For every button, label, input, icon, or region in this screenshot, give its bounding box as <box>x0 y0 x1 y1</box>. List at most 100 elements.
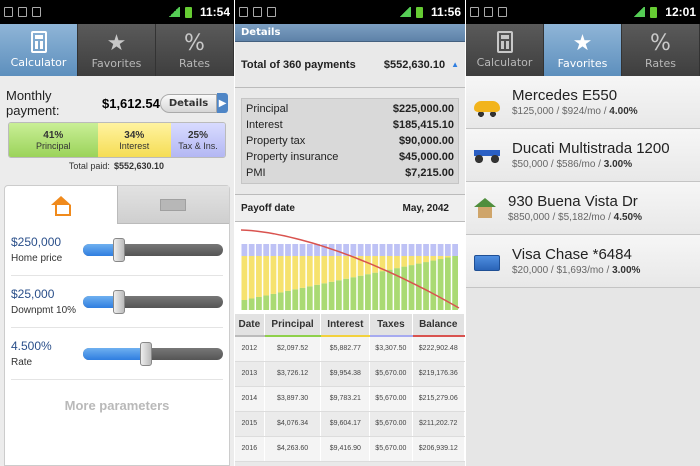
breakdown-value: $185,415.10 <box>392 119 454 131</box>
table-row: 2014 $3,897.30 $9,783.21 $5,670.00 $215,279.… <box>235 386 465 412</box>
status-bar: 11:54 <box>0 0 234 24</box>
interest-bar <box>270 256 277 294</box>
principal-bar <box>314 284 320 310</box>
total-payments-row[interactable]: Total of 360 payments $552,630.10 ▲ <box>235 42 465 88</box>
details-button[interactable]: Details <box>159 93 218 113</box>
column-header[interactable]: Taxes <box>369 314 413 337</box>
tax-bar <box>263 244 270 256</box>
table-row: 2015 $4,076.34 $9,604.17 $5,670.00 $211,202.… <box>235 411 465 437</box>
table-cell: $4,263.60 <box>264 436 322 462</box>
column-header[interactable]: Principal <box>264 314 322 337</box>
table-cell: $206,939.12 <box>412 436 465 462</box>
slider-handle[interactable] <box>113 237 126 262</box>
interest-bar <box>277 256 284 293</box>
tab-calculator[interactable]: Calculator <box>466 24 544 76</box>
tax-bar <box>256 244 262 256</box>
chevron-up-icon: ▲ <box>451 60 459 69</box>
parameter-tabs <box>5 186 229 224</box>
principal-bar <box>430 260 437 310</box>
table-cell: $3,726.12 <box>264 361 322 387</box>
principal-bar <box>328 281 335 310</box>
chevron-right-icon[interactable]: ▶ <box>217 93 228 113</box>
more-parameters-button[interactable]: More parameters <box>5 380 229 413</box>
interest-bar <box>394 256 400 269</box>
total-paid-label: Total paid: <box>68 161 110 171</box>
tax-bar <box>408 244 415 256</box>
rate-param: 4.500% Rate <box>11 328 223 380</box>
tax-bar <box>306 244 313 256</box>
tab-label: Favorites <box>557 56 608 70</box>
param-label: Rate <box>11 357 33 368</box>
star-icon: ★ <box>106 30 127 56</box>
breakdown-value: $90,000.00 <box>398 135 454 147</box>
breakdown-row: PMI $7,215.00 <box>246 165 454 181</box>
usb-icon <box>484 7 493 17</box>
principal-bar <box>386 269 393 310</box>
amortization-chart <box>235 222 465 314</box>
notification-icon <box>470 7 479 17</box>
tab-rates[interactable]: % Rates <box>622 24 700 76</box>
tab-money-parameters[interactable] <box>116 186 229 224</box>
breakdown-label: Principal <box>246 103 289 115</box>
tax-bar <box>379 244 386 256</box>
tax-bar <box>241 244 248 256</box>
table-cell: $215,279.06 <box>412 386 465 412</box>
rate-slider[interactable] <box>83 341 223 366</box>
favorite-amounts: $20,000 / $1,693/mo / <box>512 265 613 276</box>
tab-rates[interactable]: % Rates <box>156 24 234 76</box>
tax-bar <box>423 244 429 256</box>
principal-bar <box>248 298 255 310</box>
favorite-item[interactable]: Visa Chase *6484 $20,000 / $1,693/mo / 3.… <box>466 235 700 288</box>
principal-bar <box>372 272 379 310</box>
principal-bar <box>343 278 349 310</box>
clock: 11:54 <box>199 5 230 19</box>
tab-favorites[interactable]: ★ Favorites <box>544 24 622 76</box>
payoff-value: May, 2042 <box>402 202 449 214</box>
segment-label: Interest <box>119 140 150 151</box>
param-label: Home price <box>11 253 63 264</box>
favorite-item[interactable]: Mercedes E550 $125,000 / $924/mo / 4.00% <box>466 76 700 129</box>
tax-bar <box>292 244 299 256</box>
param-label: Downpmt 10% <box>11 305 77 316</box>
principal-bar <box>321 283 328 310</box>
principal-bar <box>241 300 248 310</box>
tab-favorites[interactable]: ★ Favorites <box>78 24 156 76</box>
table-cell: $222,902.48 <box>412 336 465 362</box>
table-cell: $9,416.90 <box>320 436 371 462</box>
home-price-slider[interactable] <box>83 237 223 262</box>
column-header[interactable]: Balance <box>412 314 465 337</box>
principal-bar <box>299 287 306 310</box>
tax-bar <box>372 244 379 256</box>
slider-handle[interactable] <box>113 289 126 314</box>
total-paid: Total paid: $552,630.10 <box>0 158 234 171</box>
tab-home-parameters[interactable] <box>5 186 117 224</box>
principal-bar <box>401 266 408 310</box>
tax-bar <box>386 244 393 256</box>
total-payments-label: Total of 360 payments <box>241 58 356 71</box>
interest-bar <box>350 256 357 278</box>
interest-bar <box>343 256 349 279</box>
column-header[interactable]: Date <box>235 314 265 337</box>
breakdown-row: Interest $185,415.10 <box>246 117 454 133</box>
interest-bar <box>408 256 415 266</box>
interest-bar <box>328 256 335 282</box>
principal-bar <box>379 271 386 310</box>
cost-breakdown: Principal $225,000.00 Interest $185,415.10… <box>241 98 459 184</box>
tab-calculator[interactable]: Calculator <box>0 24 78 76</box>
tax-bar <box>444 244 451 256</box>
principal-bar <box>270 293 277 310</box>
house-icon <box>50 196 71 216</box>
principal-bar <box>437 259 444 310</box>
calculator-icon <box>496 31 513 53</box>
column-header[interactable]: Interest <box>320 314 371 337</box>
table-cell: $3,897.30 <box>264 386 322 412</box>
favorite-item[interactable]: Ducati Multistrada 1200 $50,000 / $586/mo… <box>466 129 700 182</box>
parameters-card: $250,000 Home price $25,000 Downpmt 10% 4.… <box>4 185 230 466</box>
downpayment-slider[interactable] <box>83 289 223 314</box>
favorite-amounts: $850,000 / $5,182/mo / <box>508 212 614 223</box>
interest-bar <box>335 256 342 281</box>
table-cell: $5,670.00 <box>369 411 413 437</box>
principal-bar <box>423 262 429 310</box>
slider-handle[interactable] <box>140 341 152 366</box>
favorite-item[interactable]: 930 Buena Vista Dr $850,000 / $5,182/mo /… <box>466 182 700 235</box>
